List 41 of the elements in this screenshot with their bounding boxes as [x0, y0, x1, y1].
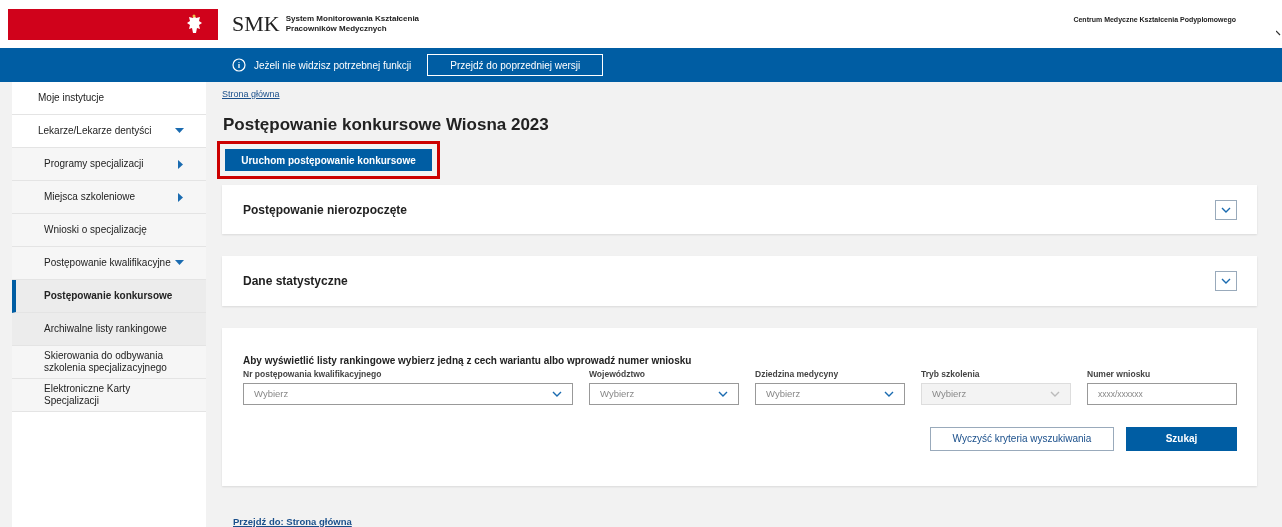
system-name-text: Pracowników Medycznych — [285, 24, 388, 34]
sidebar-item[interactable]: Skierowania do odbywania szkolenia specjalizacyjnego — [12, 346, 206, 379]
expand-toggle[interactable] — [1215, 270, 1237, 291]
caret-right-icon — [178, 192, 184, 202]
field-label: Województwo — [589, 368, 647, 379]
previous-version-button[interactable]: Przejdź do poprzedniej wersji — [427, 54, 604, 76]
select-field[interactable]: Wybierz — [243, 382, 573, 405]
field-label: Numer wniosku — [1087, 368, 1152, 379]
search-button[interactable]: Szukaj — [1126, 426, 1237, 451]
select-field[interactable]: Wybierz — [755, 382, 905, 405]
sidebar-item[interactable]: Archiwalne listy rankingowe — [12, 313, 206, 346]
eagle-emblem-icon — [186, 14, 202, 34]
field-label: Dziedzina medycyny — [755, 368, 840, 379]
sidebar-item[interactable]: Miejsca szkoleniowe — [12, 181, 206, 214]
footer-link[interactable]: Przejdź do: Strona główna — [233, 516, 352, 527]
clear-criteria-button[interactable]: Wyczyść kryteria wyszukiwania — [930, 426, 1114, 451]
search-instruction: Aby wyświetlić listy rankingowe wybierz jedną z cech wariantu albo wprowadź numer wniosku — [243, 354, 693, 366]
accordion-panel[interactable]: Dane statystyczne — [222, 256, 1257, 306]
info-icon — [232, 58, 246, 72]
caret-down-icon — [175, 260, 184, 266]
panel-title: Postępowanie nierozpoczęte — [243, 202, 408, 217]
page-title: Postępowanie konkursowe Wiosna 2023 — [223, 115, 550, 135]
input-field[interactable]: xxxx/xxxxxx — [1087, 382, 1237, 405]
field-label: Nr postępowania kwalifikacyjnego — [243, 368, 383, 379]
sidebar-item[interactable]: Postępowanie konkursowe — [12, 280, 206, 313]
start-competition-button[interactable]: Uruchom postępowanie konkursowe — [225, 149, 432, 171]
notice-text: Jeżeli nie widzisz potrzebnej funkcji — [254, 59, 412, 71]
panel-title: Dane statystyczne — [243, 273, 348, 288]
caret-right-icon — [178, 159, 184, 169]
sidebar-item[interactable]: Elektroniczne Karty Specjalizacji — [12, 379, 206, 412]
expand-toggle[interactable] — [1215, 199, 1237, 220]
sidebar-item[interactable]: Postępowanie kwalifikacyjne — [12, 247, 206, 280]
system-name-text: System Monitorowania Kształcenia — [285, 14, 420, 24]
field-label: Tryb szkolenia — [921, 368, 981, 379]
logo-text: SMK — [232, 11, 280, 37]
caret-down-icon — [175, 128, 184, 134]
breadcrumb-link[interactable]: Strona główna — [222, 89, 280, 99]
accordion-panel[interactable]: Postępowanie nierozpoczęte — [222, 185, 1257, 235]
select-field[interactable]: Wybierz — [589, 382, 739, 405]
sidebar-item[interactable]: Programy specjalizacji — [12, 148, 206, 181]
sidebar-item[interactable]: Wnioski o specjalizację — [12, 214, 206, 247]
